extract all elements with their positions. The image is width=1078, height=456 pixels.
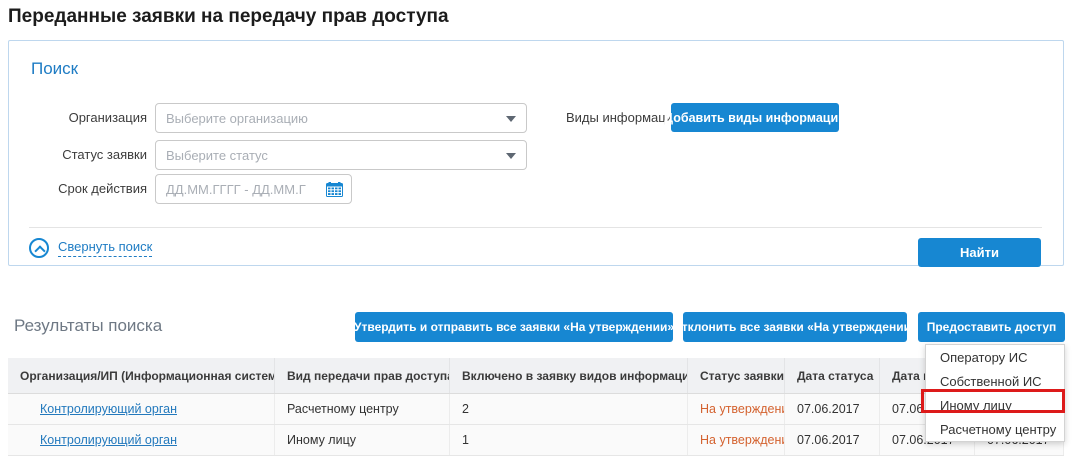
- status-date-cell: 07.06.2017: [785, 425, 880, 455]
- chevron-down-icon: [506, 153, 516, 159]
- calendar-icon[interactable]: [326, 182, 343, 197]
- results-title: Результаты поиска: [14, 316, 162, 336]
- search-panel-title: Поиск: [31, 59, 78, 79]
- col-header-transfer-type: Вид передачи прав доступа: [275, 358, 450, 393]
- menu-item-settlement-center[interactable]: Расчетному центру: [926, 417, 1064, 441]
- collapse-search-link[interactable]: Свернуть поиск: [29, 238, 152, 258]
- organization-placeholder: Выберите организацию: [166, 111, 308, 126]
- period-row: Срок действия: [9, 174, 147, 204]
- table-row: Контролирующий орган Иному лицу 1 На утв…: [8, 425, 1064, 456]
- panel-divider: [29, 227, 1042, 228]
- collapse-circle-up-icon: [29, 238, 49, 258]
- transfer-type-cell: Иному лицу: [275, 425, 450, 455]
- info-types-label: Виды информации: [566, 103, 680, 133]
- table-header-row: Организация/ИП (Информационная система) …: [8, 358, 1064, 394]
- info-count-cell: 2: [450, 394, 688, 424]
- col-header-organization: Организация/ИП (Информационная система): [8, 358, 275, 393]
- grant-access-button[interactable]: Предоставить доступ: [918, 312, 1065, 342]
- grant-access-dropdown-menu: Оператору ИС Собственной ИС Иному лицу Р…: [925, 344, 1065, 442]
- page-title: Переданные заявки на передачу прав досту…: [8, 6, 449, 28]
- transfer-type-cell: Расчетному центру: [275, 394, 450, 424]
- approve-all-button[interactable]: Утвердить и отправить все заявки «На утв…: [355, 312, 673, 342]
- chevron-down-icon: [506, 116, 516, 122]
- menu-item-own-is[interactable]: Собственной ИС: [926, 369, 1064, 393]
- organization-row: Организация Выберите организацию: [9, 103, 147, 133]
- info-count-cell: 1: [450, 425, 688, 455]
- period-field: [155, 174, 352, 204]
- status-placeholder: Выберите статус: [166, 148, 268, 163]
- table-row: Контролирующий орган Расчетному центру 2…: [8, 394, 1064, 425]
- organization-label: Организация: [9, 103, 147, 133]
- status-label: Статус заявки: [9, 140, 147, 170]
- period-label: Срок действия: [9, 174, 147, 204]
- col-header-status: Статус заявки: [688, 358, 785, 393]
- collapse-search-label: Свернуть поиск: [58, 239, 152, 257]
- organization-select[interactable]: Выберите организацию: [155, 103, 527, 133]
- find-button[interactable]: Найти: [918, 238, 1041, 267]
- organization-link[interactable]: Контролирующий орган: [40, 433, 177, 447]
- status-row: Статус заявки Выберите статус: [9, 140, 147, 170]
- organization-link[interactable]: Контролирующий орган: [40, 402, 177, 416]
- status-select[interactable]: Выберите статус: [155, 140, 527, 170]
- status-cell: На утверждении: [688, 425, 785, 455]
- status-cell: На утверждении: [688, 394, 785, 424]
- menu-item-other-person[interactable]: Иному лицу: [926, 393, 1064, 417]
- col-header-info-count: Включено в заявку видов информации: [450, 358, 688, 393]
- col-header-status-date: Дата статуса: [785, 358, 880, 393]
- status-date-cell: 07.06.2017: [785, 394, 880, 424]
- add-info-types-button[interactable]: Добавить виды информации: [671, 103, 839, 132]
- search-panel: Поиск Организация Выберите организацию С…: [8, 40, 1064, 266]
- menu-item-operator-is[interactable]: Оператору ИС: [926, 345, 1064, 369]
- period-input[interactable]: [156, 182, 306, 197]
- decline-all-button[interactable]: Отклонить все заявки «На утверждении»: [683, 312, 907, 342]
